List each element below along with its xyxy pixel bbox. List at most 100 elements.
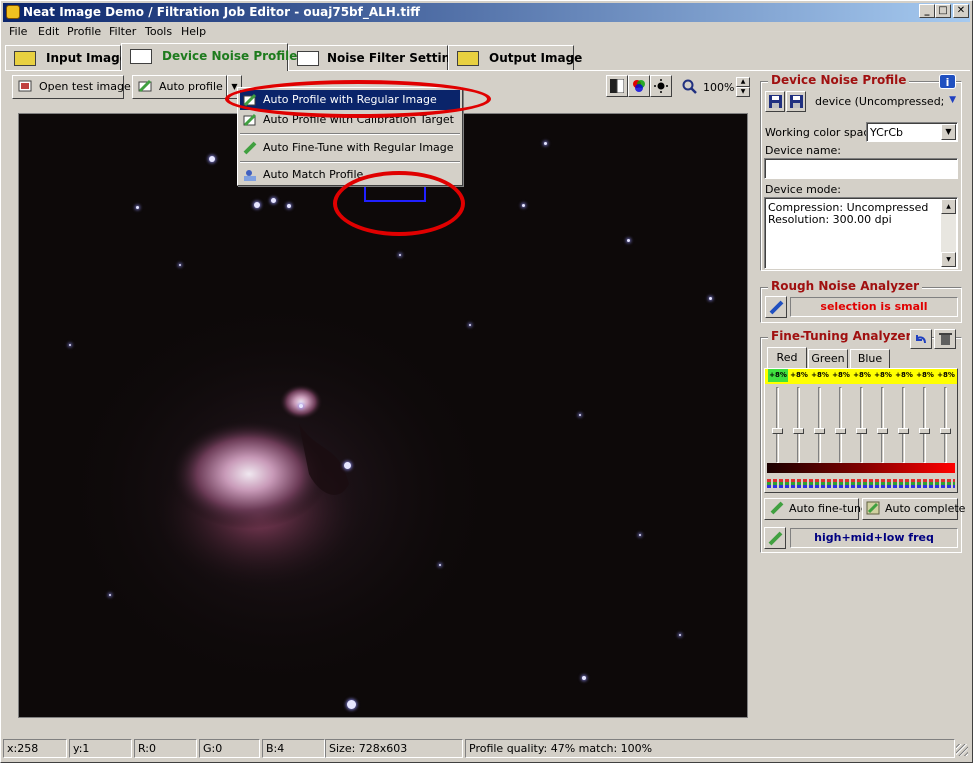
auto-profile-button[interactable]: Auto profile — [132, 75, 227, 99]
working-color-select[interactable]: YCrCb ▼ — [866, 122, 958, 142]
slider-thumb[interactable] — [835, 428, 846, 434]
scroll-up-icon[interactable]: ▲ — [941, 199, 956, 214]
star — [136, 206, 139, 209]
slider-percent-label: +8% — [789, 369, 809, 382]
brightness-button[interactable] — [650, 75, 672, 97]
star — [709, 297, 712, 300]
input-image-icon — [14, 51, 36, 66]
auto-complete-button[interactable]: Auto complete — [862, 498, 965, 520]
status-size: Size: 728x603 — [325, 739, 463, 758]
view-mode-button[interactable] — [606, 75, 628, 97]
tab-output-image[interactable]: Output Image — [448, 45, 582, 70]
menu-file[interactable]: File — [9, 25, 27, 38]
status-bar: x:258 y:1 R:0 G:0 B:4 Size: 728x603 Prof… — [3, 738, 970, 760]
slider-track[interactable] — [902, 387, 905, 463]
annotation-ring-menu — [225, 80, 491, 118]
resize-grip-icon[interactable] — [956, 744, 968, 756]
auto-profile-label: Auto profile — [159, 80, 223, 93]
sun-icon — [654, 79, 668, 93]
slider-track[interactable] — [860, 387, 863, 463]
save-profile-as-button[interactable] — [786, 91, 806, 112]
tab-input-image[interactable]: Input Image — [5, 45, 128, 70]
tab-label: Output Image — [489, 51, 583, 65]
tab-blue[interactable]: Blue — [850, 349, 890, 368]
slider-track[interactable] — [797, 387, 800, 463]
menu-edit[interactable]: Edit — [38, 25, 59, 38]
scroll-down-icon[interactable]: ▼ — [941, 252, 956, 267]
open-test-image-button[interactable]: Open test image — [12, 75, 131, 99]
device-mode-resolution: Resolution: 300.00 dpi — [768, 213, 892, 226]
rgb-circles-icon — [633, 80, 645, 92]
slider-thumb[interactable] — [814, 428, 825, 434]
zoom-up-button[interactable]: ▲ — [736, 77, 750, 87]
device-mode-textarea[interactable]: Compression: Uncompressed Resolution: 30… — [764, 197, 958, 269]
red-gradient-bar — [767, 463, 955, 473]
star — [679, 634, 681, 636]
tab-label: Device Noise Profile — [162, 49, 298, 63]
frequency-status-text: high+mid+low freq — [790, 528, 958, 548]
menu-item-auto-fine-tune[interactable]: Auto Fine-Tune with Regular Image — [240, 138, 460, 158]
rough-status-text: selection is small — [790, 297, 958, 317]
auto-fine-tune-button[interactable]: Auto fine-tune — [764, 498, 868, 520]
slider-track[interactable] — [944, 387, 947, 463]
star — [254, 202, 260, 208]
save-profile-button[interactable] — [765, 91, 785, 112]
device-name-field[interactable] — [764, 158, 958, 179]
slider-thumb[interactable] — [898, 428, 909, 434]
menu-profile[interactable]: Profile — [67, 25, 101, 38]
slider-thumb[interactable] — [919, 428, 930, 434]
slider-thumb[interactable] — [793, 428, 804, 434]
slider-track[interactable] — [923, 387, 926, 463]
fine-analyze-button[interactable] — [764, 527, 786, 549]
zoom-icon[interactable] — [682, 79, 697, 94]
app-window: Neat Image Demo / Filtration Job Editor … — [0, 0, 973, 763]
tab-noise-filter-settings[interactable]: Noise Filter Settings — [288, 45, 466, 70]
title-bar[interactable]: Neat Image Demo / Filtration Job Editor … — [3, 3, 970, 22]
slider-thumb[interactable] — [877, 428, 888, 434]
slider-thumb[interactable] — [772, 428, 783, 434]
menu-help[interactable]: Help — [181, 25, 206, 38]
profile-select[interactable]: device (Uncompressed; 30 ▼ — [811, 92, 958, 112]
tab-red[interactable]: Red — [767, 347, 807, 368]
device-name-label: Device name: — [765, 144, 842, 157]
star — [344, 462, 351, 469]
scrollbar[interactable]: ▲ ▼ — [941, 199, 956, 267]
zoom-level: 100% — [703, 81, 735, 94]
maximize-button[interactable]: □ — [935, 4, 951, 18]
slider-track[interactable] — [776, 387, 779, 463]
delete-button[interactable] — [934, 329, 956, 349]
star — [109, 594, 111, 596]
slider-thumb[interactable] — [856, 428, 867, 434]
floppy-disk-icon — [790, 95, 803, 108]
menu-tools[interactable]: Tools — [145, 25, 172, 38]
zoom-down-button[interactable]: ▼ — [736, 87, 750, 97]
info-icon[interactable]: i — [939, 74, 956, 89]
undo-icon — [916, 335, 926, 344]
undo-button[interactable] — [910, 329, 932, 349]
chevron-down-icon: ▼ — [949, 95, 956, 105]
menu-filter[interactable]: Filter — [109, 25, 136, 38]
rough-analyze-button[interactable] — [765, 296, 787, 318]
tab-label: Input Image — [46, 51, 128, 65]
rough-analyzer-title: Rough Noise Analyzer — [768, 279, 923, 293]
working-color-value: YCrCb — [870, 126, 903, 139]
close-button[interactable]: ✕ — [953, 4, 969, 18]
menu-separator — [240, 133, 460, 135]
filter-settings-icon — [297, 51, 319, 66]
minimize-button[interactable]: _ — [919, 4, 935, 18]
slider-track[interactable] — [881, 387, 884, 463]
slider-track[interactable] — [818, 387, 821, 463]
calibration-target-icon — [243, 113, 257, 127]
color-channels-button[interactable] — [628, 75, 650, 97]
slider-track[interactable] — [839, 387, 842, 463]
tab-label: Noise Filter Settings — [327, 51, 466, 65]
star — [287, 204, 291, 208]
fine-tune-icon — [770, 501, 784, 515]
status-r: R:0 — [134, 739, 197, 758]
auto-profile-icon — [138, 79, 152, 93]
tab-green[interactable]: Green — [808, 349, 848, 368]
tab-device-noise-profile[interactable]: Device Noise Profile — [121, 43, 297, 71]
slider-thumb[interactable] — [940, 428, 951, 434]
star — [522, 204, 525, 207]
compare-view-icon — [610, 79, 624, 93]
